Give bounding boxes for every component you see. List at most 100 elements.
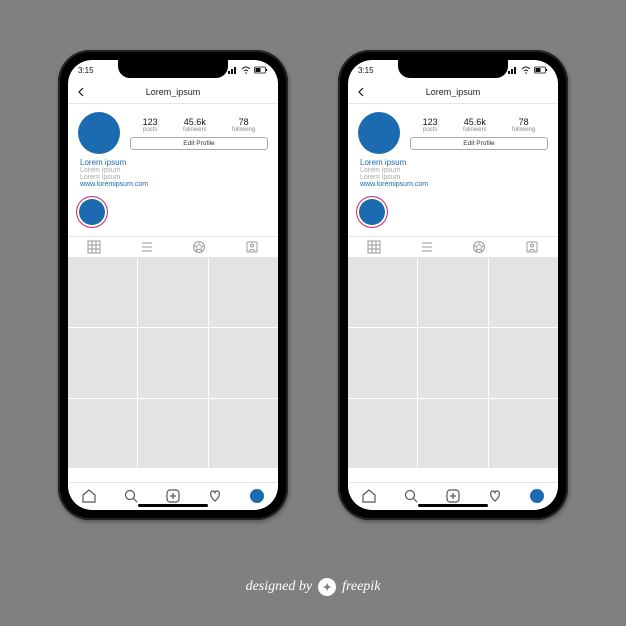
post-cell[interactable]: [138, 328, 207, 397]
tab-saved[interactable]: [226, 237, 279, 257]
search-icon: [123, 488, 139, 504]
tab-tagged[interactable]: [173, 237, 226, 257]
stat-followers[interactable]: 45.6kfollowers: [463, 117, 487, 133]
profile-avatar[interactable]: [78, 112, 120, 154]
highlight-item[interactable]: [356, 196, 388, 228]
nav-activity[interactable]: [486, 487, 504, 505]
post-cell[interactable]: [209, 328, 278, 397]
tab-tagged[interactable]: [453, 237, 506, 257]
plus-square-icon: [165, 488, 181, 504]
profile-header: 123posts 45.6kfollowers 78following Edit…: [348, 104, 558, 156]
highlight-item[interactable]: [76, 196, 108, 228]
post-cell[interactable]: [209, 258, 278, 327]
post-cell[interactable]: [68, 258, 137, 327]
post-cell[interactable]: [209, 399, 278, 468]
stat-following[interactable]: 78following: [512, 117, 535, 133]
edit-profile-button[interactable]: Edit Profile: [130, 137, 268, 150]
post-cell[interactable]: [348, 258, 417, 327]
profile-username: Lorem_ipsum: [426, 87, 481, 97]
status-time: 3:15: [78, 66, 94, 75]
tab-saved[interactable]: [506, 237, 559, 257]
nav-search[interactable]: [402, 487, 420, 505]
wifi-icon: [521, 66, 531, 74]
post-cell[interactable]: [68, 399, 137, 468]
tag-person-icon: [245, 240, 259, 254]
post-cell[interactable]: [418, 399, 487, 468]
heart-icon: [207, 488, 223, 504]
phone-mockup-1: 3:15 Lorem_ipsum 123posts 45.: [58, 50, 288, 520]
status-time: 3:15: [358, 66, 374, 75]
stat-following[interactable]: 78following: [232, 117, 255, 133]
profile-header: 123posts 45.6kfollowers 78following Edit…: [68, 104, 278, 156]
attribution-prefix: designed by: [246, 579, 312, 595]
signal-icon: [508, 66, 518, 74]
heart-icon: [487, 488, 503, 504]
bio-name: Lorem ipsum: [360, 158, 546, 167]
story-highlights: [68, 194, 278, 236]
nav-activity[interactable]: [206, 487, 224, 505]
home-indicator: [418, 504, 488, 507]
chevron-left-icon: [76, 87, 86, 97]
phone-mockup-2: 3:15 Lorem_ipsum 123posts 45.: [338, 50, 568, 520]
home-icon: [361, 488, 377, 504]
post-cell[interactable]: [418, 328, 487, 397]
search-icon: [403, 488, 419, 504]
bio-link[interactable]: www.loremipsum.com: [80, 181, 266, 188]
story-highlights: [348, 194, 558, 236]
nav-home[interactable]: [360, 487, 378, 505]
profile-bio: Lorem ipsum Lorem ipsum Lorem ipsum www.…: [68, 156, 278, 194]
phone-screen: 3:15 Lorem_ipsum 123posts 45.: [348, 60, 558, 510]
edit-profile-button[interactable]: Edit Profile: [410, 137, 548, 150]
post-cell[interactable]: [138, 258, 207, 327]
bio-line-2: Lorem ipsum: [360, 174, 546, 181]
post-cell[interactable]: [348, 328, 417, 397]
phone-notch: [118, 60, 228, 78]
stat-followers[interactable]: 45.6kfollowers: [183, 117, 207, 133]
post-cell[interactable]: [348, 399, 417, 468]
tab-list[interactable]: [401, 237, 454, 257]
bio-line-1: Lorem ipsum: [360, 167, 546, 174]
battery-icon: [534, 66, 548, 74]
nav-search[interactable]: [122, 487, 140, 505]
back-button[interactable]: [354, 85, 368, 99]
bio-line-2: Lorem ipsum: [80, 174, 266, 181]
star-badge-icon: [472, 240, 486, 254]
home-indicator: [138, 504, 208, 507]
nav-profile[interactable]: [528, 487, 546, 505]
list-icon: [420, 240, 434, 254]
bio-link[interactable]: www.loremipsum.com: [360, 181, 546, 188]
top-bar: Lorem_ipsum: [348, 80, 558, 104]
nav-home[interactable]: [80, 487, 98, 505]
post-cell[interactable]: [68, 328, 137, 397]
posts-grid: [68, 258, 278, 468]
profile-bio: Lorem ipsum Lorem ipsum Lorem ipsum www.…: [348, 156, 558, 194]
post-cell[interactable]: [489, 328, 558, 397]
post-cell[interactable]: [418, 258, 487, 327]
list-icon: [140, 240, 154, 254]
content-tabs: [68, 236, 278, 258]
profile-avatar[interactable]: [358, 112, 400, 154]
chevron-left-icon: [356, 87, 366, 97]
home-icon: [81, 488, 97, 504]
back-button[interactable]: [74, 85, 88, 99]
stat-posts[interactable]: 123posts: [423, 117, 438, 133]
posts-grid: [348, 258, 558, 468]
signal-icon: [228, 66, 238, 74]
tab-list[interactable]: [121, 237, 174, 257]
battery-icon: [254, 66, 268, 74]
bio-line-1: Lorem ipsum: [80, 167, 266, 174]
nav-add[interactable]: [164, 487, 182, 505]
avatar-icon: [530, 489, 544, 503]
tab-grid[interactable]: [68, 237, 121, 257]
freepik-logo-icon: ✦: [318, 578, 336, 596]
post-cell[interactable]: [489, 399, 558, 468]
tab-grid[interactable]: [348, 237, 401, 257]
nav-add[interactable]: [444, 487, 462, 505]
phone-screen: 3:15 Lorem_ipsum 123posts 45.: [68, 60, 278, 510]
top-bar: Lorem_ipsum: [68, 80, 278, 104]
plus-square-icon: [445, 488, 461, 504]
post-cell[interactable]: [138, 399, 207, 468]
nav-profile[interactable]: [248, 487, 266, 505]
stat-posts[interactable]: 123posts: [143, 117, 158, 133]
post-cell[interactable]: [489, 258, 558, 327]
